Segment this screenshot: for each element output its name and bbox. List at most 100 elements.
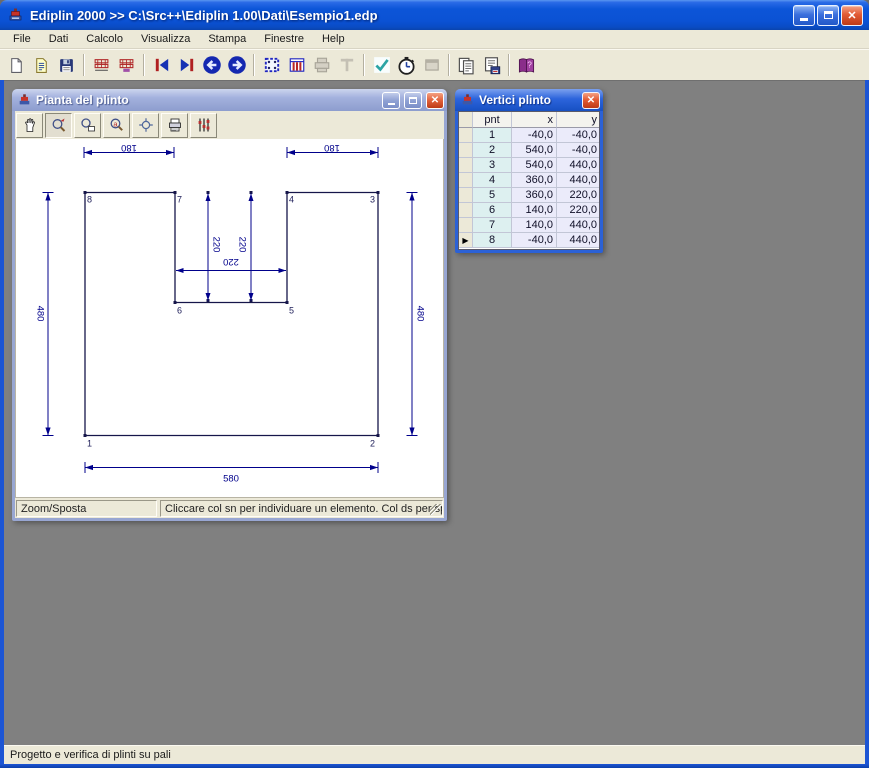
cell-x[interactable]: -40,0 [512, 233, 557, 248]
toolbar-separator [448, 54, 450, 76]
copy-pages-button[interactable] [454, 53, 479, 78]
minimize-button[interactable] [793, 5, 815, 26]
pan-hand-button[interactable] [16, 113, 43, 138]
cell-x[interactable]: 540,0 [512, 158, 557, 173]
menubar: File Dati Calcolo Visualizza Stampa Fine… [0, 30, 869, 49]
cell-y[interactable]: -40,0 [557, 143, 600, 158]
toolbar-separator [253, 54, 255, 76]
active-row-marker[interactable]: ▶ [459, 233, 473, 248]
menu-finestre[interactable]: Finestre [255, 31, 313, 47]
cell-x[interactable]: 540,0 [512, 143, 557, 158]
rows-insert-button[interactable] [89, 53, 114, 78]
close-button[interactable]: ✕ [841, 5, 863, 26]
hand-icon [22, 117, 38, 133]
vertex-label-2: 2 [370, 439, 375, 449]
cell-y[interactable]: 440,0 [557, 218, 600, 233]
menu-visualizza[interactable]: Visualizza [132, 31, 199, 47]
zoom-window-button[interactable] [74, 113, 101, 138]
save-button[interactable] [54, 53, 79, 78]
verify-check-button[interactable] [369, 53, 394, 78]
save-icon [58, 57, 75, 74]
plan-window-title: Pianta del plinto [36, 93, 378, 107]
piles-disabled-button [334, 53, 359, 78]
plan-drawing-canvas[interactable]: 180 180 480 [15, 139, 444, 498]
cell-y[interactable]: -40,0 [557, 128, 600, 143]
cell-pnt[interactable]: 3 [473, 158, 512, 173]
row-selector[interactable] [459, 158, 473, 173]
cell-y[interactable]: 220,0 [557, 203, 600, 218]
vertex-label-5: 5 [289, 306, 294, 316]
cell-pnt[interactable]: 6 [473, 203, 512, 218]
crosshair-icon [138, 117, 154, 133]
close-icon: ✕ [847, 9, 856, 22]
window-title: Ediplin 2000 >> C:\Src++\Ediplin 1.00\Da… [30, 8, 787, 23]
next-view-button[interactable] [224, 53, 249, 78]
plan-maximize-button[interactable] [404, 92, 422, 109]
new-document-button[interactable] [4, 53, 29, 78]
plan-minimize-button[interactable] [382, 92, 400, 109]
cell-x[interactable]: -40,0 [512, 128, 557, 143]
ediplin-main-window: Ediplin 2000 >> C:\Src++\Ediplin 1.00\Da… [0, 0, 869, 768]
zoom-pointer-button[interactable] [45, 113, 72, 138]
cell-x[interactable]: 360,0 [512, 173, 557, 188]
menu-dati[interactable]: Dati [40, 31, 78, 47]
export-pages-button[interactable] [479, 53, 504, 78]
reinforcement-table-button[interactable] [284, 53, 309, 78]
plan-titlebar[interactable]: Pianta del plinto ✕ [12, 89, 447, 111]
cell-x[interactable]: 140,0 [512, 203, 557, 218]
menu-stampa[interactable]: Stampa [199, 31, 255, 47]
cell-y[interactable]: 220,0 [557, 188, 600, 203]
cell-pnt[interactable]: 8 [473, 233, 512, 248]
menu-calcolo[interactable]: Calcolo [77, 31, 132, 47]
row-selector[interactable] [459, 143, 473, 158]
toolbar-separator [508, 54, 510, 76]
cell-x[interactable]: 140,0 [512, 218, 557, 233]
cell-y[interactable]: 440,0 [557, 173, 600, 188]
cell-pnt[interactable]: 7 [473, 218, 512, 233]
plan-close-button[interactable]: ✕ [426, 92, 444, 109]
toolbar-separator [143, 54, 145, 76]
row-selector[interactable] [459, 188, 473, 203]
vertices-table: pnt x y 1 -40,0 -40,0 2 540,0 -40,0 3 54… [458, 111, 600, 250]
vertices-close-button[interactable]: ✕ [582, 92, 600, 109]
zoom-pointer-icon [51, 117, 67, 133]
row-selector[interactable] [459, 173, 473, 188]
menu-file[interactable]: File [4, 31, 40, 47]
window-frame-bottom [0, 764, 869, 768]
first-record-button[interactable] [149, 53, 174, 78]
column-header-y[interactable]: y [557, 112, 600, 128]
cell-pnt[interactable]: 4 [473, 173, 512, 188]
row-selector[interactable] [459, 128, 473, 143]
zoom-all-button[interactable]: a [103, 113, 130, 138]
help-book-button[interactable]: ? [514, 53, 539, 78]
row-selector[interactable] [459, 203, 473, 218]
column-header-x[interactable]: x [512, 112, 557, 128]
help-book-icon: ? [517, 56, 536, 75]
cell-pnt[interactable]: 2 [473, 143, 512, 158]
plinth-plan-button[interactable] [259, 53, 284, 78]
copy-pages-icon [457, 56, 476, 75]
column-header-pnt[interactable]: pnt [473, 112, 512, 128]
main-titlebar[interactable]: Ediplin 2000 >> C:\Src++\Ediplin 1.00\Da… [0, 0, 869, 30]
cell-y[interactable]: 440,0 [557, 158, 600, 173]
calculate-clock-button[interactable] [394, 53, 419, 78]
vertices-titlebar[interactable]: Vertici plinto ✕ [455, 89, 603, 111]
open-document-button[interactable] [29, 53, 54, 78]
check-icon [373, 56, 391, 74]
previous-view-button[interactable] [199, 53, 224, 78]
last-record-button[interactable] [174, 53, 199, 78]
resize-grip[interactable] [430, 504, 441, 515]
maximize-button[interactable] [817, 5, 839, 26]
plan-window: Pianta del plinto ✕ [12, 89, 447, 521]
display-options-button[interactable] [190, 113, 217, 138]
cell-y[interactable]: 440,0 [557, 233, 600, 248]
cell-pnt[interactable]: 1 [473, 128, 512, 143]
menu-help[interactable]: Help [313, 31, 354, 47]
cell-x[interactable]: 360,0 [512, 188, 557, 203]
center-view-button[interactable] [132, 113, 159, 138]
print-drawing-button[interactable] [161, 113, 188, 138]
rows-append-button[interactable] [114, 53, 139, 78]
row-selector[interactable] [459, 218, 473, 233]
cell-pnt[interactable]: 5 [473, 188, 512, 203]
plan-status-mode: Zoom/Sposta [16, 500, 157, 517]
